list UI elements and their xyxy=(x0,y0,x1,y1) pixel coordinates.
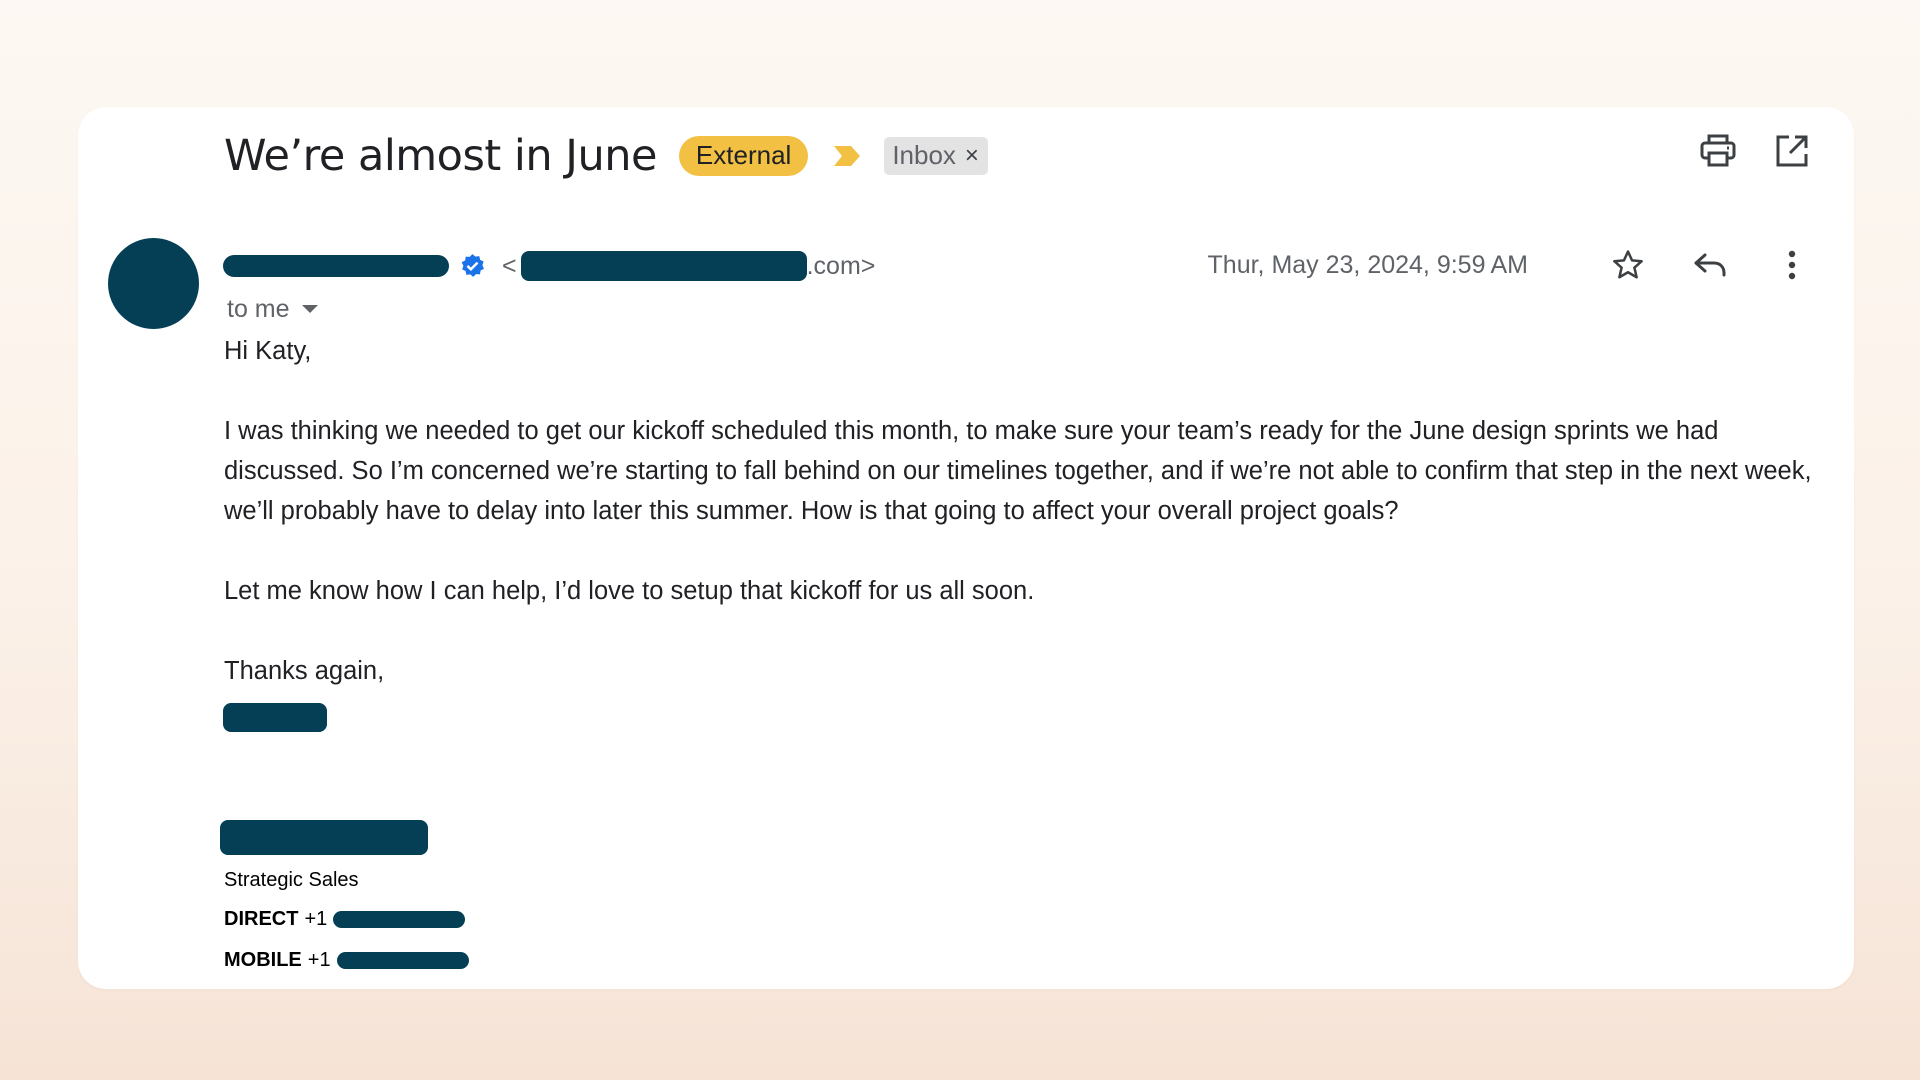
email-greeting: Hi Katy, xyxy=(224,337,312,365)
sender-row: < .com> xyxy=(223,244,875,288)
inbox-label: Inbox × xyxy=(884,137,988,175)
top-actions xyxy=(1666,129,1814,173)
email-domain-suffix: .com> xyxy=(806,251,876,280)
recipient-dropdown[interactable]: to me xyxy=(227,287,318,331)
signature-title: Strategic Sales xyxy=(224,865,359,895)
open-in-new-window-icon[interactable] xyxy=(1770,129,1814,173)
redacted-sender-name xyxy=(223,255,449,277)
recipient-text: to me xyxy=(227,294,290,323)
direct-prefix: +1 xyxy=(304,907,328,930)
sender-avatar[interactable] xyxy=(108,238,199,329)
direct-label: DIRECT xyxy=(224,907,299,930)
reply-icon[interactable] xyxy=(1688,243,1732,287)
signature-mobile: MOBILE +1 xyxy=(224,945,469,975)
more-vert-icon[interactable] xyxy=(1770,243,1814,287)
inbox-label-text: Inbox xyxy=(892,140,956,170)
verified-badge-icon xyxy=(459,253,486,280)
star-icon[interactable] xyxy=(1606,243,1650,287)
remove-label-button[interactable]: × xyxy=(965,140,979,171)
signature-direct: DIRECT +1 xyxy=(224,904,466,934)
importance-marker-icon[interactable] xyxy=(832,143,862,169)
email-paragraph-1: I was thinking we needed to get our kick… xyxy=(224,417,1812,525)
print-icon[interactable] xyxy=(1696,129,1740,173)
email-subject: We’re almost in June xyxy=(224,131,657,181)
email-card: We’re almost in June External Inbox × < … xyxy=(78,107,1854,989)
sender-email-address: < .com> xyxy=(502,251,875,281)
email-open-bracket: < xyxy=(502,251,517,280)
email-date: Thur, May 23, 2024, 9:59 AM xyxy=(1207,250,1528,279)
redacted-signature-block xyxy=(220,820,428,855)
subject-row: We’re almost in June External Inbox × xyxy=(224,121,988,191)
email-paragraph-2: Let me know how I can help, I’d love to … xyxy=(224,577,1035,605)
redacted-mobile-phone xyxy=(336,951,469,969)
redacted-signature-name xyxy=(223,703,327,732)
signature-title-text: Strategic Sales xyxy=(224,868,359,891)
message-meta: Thur, May 23, 2024, 9:59 AM xyxy=(1208,240,1814,290)
email-body: Hi Katy, I was thinking we needed to get… xyxy=(224,331,1824,691)
external-label: External xyxy=(678,136,809,176)
mobile-prefix: +1 xyxy=(307,948,331,971)
email-closing: Thanks again, xyxy=(224,657,385,685)
redacted-direct-phone xyxy=(333,910,466,928)
redacted-email-local xyxy=(520,251,807,281)
mobile-label: MOBILE xyxy=(224,948,302,971)
caret-down-icon xyxy=(301,305,318,313)
